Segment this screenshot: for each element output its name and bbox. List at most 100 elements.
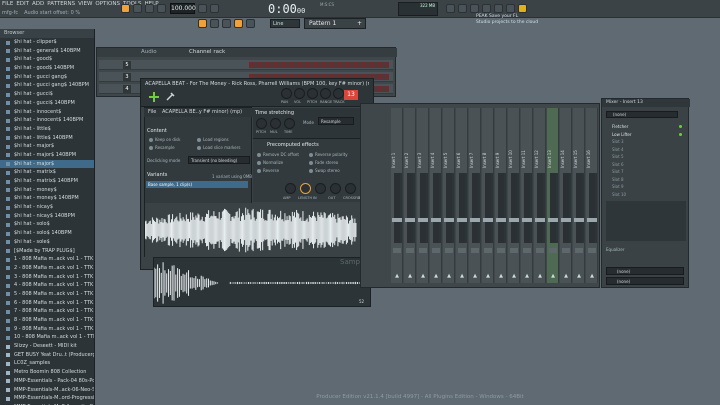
send-arrow-icon[interactable]: ▲: [432, 273, 440, 279]
route-button[interactable]: [510, 248, 518, 253]
route-button[interactable]: [497, 248, 505, 253]
effect-option[interactable]: Normalize: [257, 160, 283, 165]
mixer-strip[interactable]: Insert 8 ▲: [482, 108, 494, 283]
add-pattern-icon[interactable]: +: [357, 19, 362, 29]
knob-length[interactable]: [300, 183, 311, 194]
route-button[interactable]: [588, 248, 596, 253]
browser-folder[interactable]: MMP-Essentials-M..ack-06-Neo-Soul: [0, 386, 94, 395]
browser-item[interactable]: 6 - 808 Mafia m..ack vol 1 - TTK: [0, 299, 94, 308]
browser-item[interactable]: $hi hat - matrix$: [0, 168, 94, 177]
route-button[interactable]: [458, 248, 466, 253]
effect-slot[interactable]: Slot 9: [606, 183, 686, 190]
channel-number[interactable]: 3: [123, 73, 131, 81]
route-button[interactable]: [393, 248, 401, 253]
insert-input-select[interactable]: (none): [606, 111, 678, 118]
content-option[interactable]: Load slice markers: [197, 145, 240, 150]
tool-select-button[interactable]: [234, 19, 243, 28]
pattern-song-toggle[interactable]: [121, 4, 130, 13]
mixer-strip[interactable]: Insert 10 ▲: [508, 108, 520, 283]
browser-item[interactable]: 10 - 808 Mafia m..ack vol 1 - TTK: [0, 333, 94, 342]
browser-item[interactable]: 1 - 808 Mafia m..ack vol 1 - TTK: [0, 255, 94, 264]
effect-option[interactable]: Reverse polarity: [309, 152, 348, 157]
effect-option[interactable]: Swap stereo: [309, 168, 340, 173]
browser-item[interactable]: 8 - 808 Mafia m..ack vol 1 - TTK: [0, 316, 94, 325]
mixer-strip[interactable]: Insert 4 ▲: [430, 108, 442, 283]
knob-crossfade[interactable]: [345, 183, 356, 194]
browser-item[interactable]: $hi hat - innocent$ 140BPM: [0, 116, 94, 125]
browser-button[interactable]: [494, 4, 503, 13]
route-button[interactable]: [523, 248, 531, 253]
send-arrow-icon[interactable]: ▲: [510, 273, 518, 279]
snap-select[interactable]: Line: [270, 19, 300, 28]
snap-icon[interactable]: [198, 19, 207, 28]
browser-item[interactable]: $hi hat - clipper$: [0, 38, 94, 47]
browser-item[interactable]: 2 - 808 Mafia m..ack vol 1 - TTK: [0, 264, 94, 273]
route-button[interactable]: [406, 248, 414, 253]
step-sequencer[interactable]: [249, 62, 389, 68]
metronome-button[interactable]: [198, 4, 207, 13]
browser-item[interactable]: $hi hat - sole$: [0, 238, 94, 247]
sampler-waveform-view[interactable]: 52: [153, 257, 371, 307]
mixer-strip[interactable]: Insert 14 ▲: [560, 108, 572, 283]
browser-item[interactable]: $hi hat - nicay$: [0, 203, 94, 212]
browser-folder[interactable]: Slizzy - Deseett - MIDI kit: [0, 342, 94, 351]
effect-slot[interactable]: Slot 5: [606, 153, 686, 160]
mixer-strip[interactable]: Insert 13 ▲: [547, 108, 559, 283]
knob-vol[interactable]: [294, 88, 305, 99]
knob-time[interactable]: [284, 118, 295, 129]
route-button[interactable]: [471, 248, 479, 253]
insert-panel-title[interactable]: Mixer - Insert 13: [602, 99, 690, 107]
fader-handle[interactable]: [548, 218, 558, 222]
fader-handle[interactable]: [457, 218, 467, 222]
file-name[interactable]: ACAPELLA BE..y F# minor) (mp): [162, 109, 242, 115]
mixer-strip[interactable]: Insert 5 ▲: [443, 108, 455, 283]
fader-handle[interactable]: [587, 218, 597, 222]
effect-slot[interactable]: Low Lifter: [606, 131, 686, 138]
knob-out[interactable]: [330, 183, 341, 194]
browser-item[interactable]: $hi hat - gucci$: [0, 90, 94, 99]
browser-item[interactable]: $hi hat - gucci gang$: [0, 73, 94, 82]
tool-draw-button[interactable]: [210, 19, 219, 28]
browser-item[interactable]: $hi hat - innocent$: [0, 108, 94, 117]
browser-item[interactable]: $hi hat - nicay$ 140BPM: [0, 212, 94, 221]
send-arrow-icon[interactable]: ▲: [458, 273, 466, 279]
menu-item-file[interactable]: FILE: [2, 0, 13, 9]
browser-item[interactable]: 5 - 808 Mafia m..ack vol 1 - TTK: [0, 290, 94, 299]
browser-item[interactable]: $hi hat - gucci$ 140BPM: [0, 99, 94, 108]
browser-item[interactable]: $hi hat - money$: [0, 186, 94, 195]
send-arrow-icon[interactable]: ▲: [406, 273, 414, 279]
stop-button[interactable]: [145, 4, 154, 13]
content-option[interactable]: Keep on disk: [149, 137, 180, 142]
knob-pan[interactable]: [281, 88, 292, 99]
content-option[interactable]: Load regions: [197, 137, 229, 142]
send-arrow-icon[interactable]: ▲: [588, 273, 596, 279]
send-arrow-icon[interactable]: ▲: [497, 273, 505, 279]
menu-item-view[interactable]: VIEW: [78, 0, 92, 9]
browser-item[interactable]: $hi hat - gucci gang$ 140BPM: [0, 81, 94, 90]
output-select-2[interactable]: (none): [606, 277, 684, 285]
menu-item-edit[interactable]: EDIT: [16, 0, 29, 9]
channel-rack-button[interactable]: [482, 4, 491, 13]
send-arrow-icon[interactable]: ▲: [484, 273, 492, 279]
route-button[interactable]: [575, 248, 583, 253]
mixer-strip[interactable]: Insert 6 ▲: [456, 108, 468, 283]
effect-option[interactable]: Fade stereo: [309, 160, 338, 165]
equalizer-graph[interactable]: [606, 201, 686, 241]
browser-folder[interactable]: LC0Z_samples: [0, 359, 94, 368]
effect-slot[interactable]: Slot 7: [606, 168, 686, 175]
slot-enable-icon[interactable]: [679, 125, 682, 128]
route-button[interactable]: [484, 248, 492, 253]
browser-item[interactable]: $hi hat - major$ 140BPM: [0, 151, 94, 160]
fader-handle[interactable]: [561, 218, 571, 222]
knob-range[interactable]: [320, 88, 331, 99]
browser-item[interactable]: $hi hat - little$ 140BPM: [0, 134, 94, 143]
wrench-icon[interactable]: [165, 92, 175, 102]
sample-waveform[interactable]: [144, 203, 357, 257]
mixer-button[interactable]: [470, 4, 479, 13]
variant-item[interactable]: Base sample, 1 clip(s): [146, 181, 248, 188]
browser-item[interactable]: 7 - 808 Mafia m..ack vol 1 - TTK: [0, 307, 94, 316]
mixer-strip[interactable]: Insert 3 ▲: [417, 108, 429, 283]
plugin-picker-button[interactable]: [506, 4, 515, 13]
route-button[interactable]: [445, 248, 453, 253]
declick-select[interactable]: Transient (no bleeding): [188, 156, 250, 164]
